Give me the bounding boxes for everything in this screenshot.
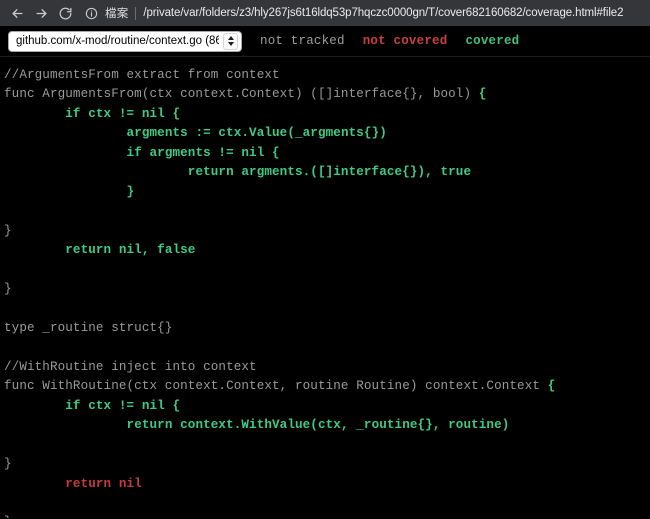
code-span-cov0: func ArgumentsFrom(ctx context.Context) …	[4, 87, 479, 102]
legend-not-tracked: not tracked	[260, 34, 345, 48]
arrow-right-icon	[34, 6, 49, 21]
source-code[interactable]: //ArgumentsFrom extract from context fun…	[4, 66, 650, 518]
code-span-cov0: //WithRoutine inject into context	[4, 359, 257, 374]
code-area: //ArgumentsFrom extract from context fun…	[0, 57, 650, 518]
url-text[interactable]: /private/var/folders/z3/hly267js6t16ldq5…	[143, 7, 650, 19]
code-span-cov0: }	[4, 281, 12, 296]
code-span-cov-red: return nil	[65, 476, 142, 491]
reload-button[interactable]	[54, 2, 76, 24]
code-span-cov0: }	[4, 457, 12, 472]
file-select[interactable]: github.com/x-mod/routine/context.go (86.…	[8, 30, 242, 52]
browser-toolbar: 檔案 /private/var/folders/z3/hly267js6t16l…	[0, 0, 650, 26]
info-circle-icon[interactable]	[83, 5, 100, 22]
code-span-cov0: type _routine struct{}	[4, 320, 173, 335]
legend-not-covered: not covered	[362, 34, 448, 48]
address-bar[interactable]: 檔案 /private/var/folders/z3/hly267js6t16l…	[83, 3, 650, 23]
code-span-cov-green: { if ctx != nil { argments := ctx.Value(…	[65, 87, 487, 199]
back-button[interactable]	[6, 2, 28, 24]
coverage-page: github.com/x-mod/routine/context.go (86.…	[0, 26, 650, 519]
origin-scheme-label: 檔案	[105, 8, 129, 20]
code-span-cov0: func WithRoutine(ctx context.Context, ro…	[4, 379, 548, 394]
code-span-cov0: //ArgumentsFrom extract from context	[4, 68, 280, 82]
address-bar-divider	[135, 6, 137, 20]
code-span-cov0: }	[4, 223, 12, 238]
coverage-legend: not tracked not covered covered	[260, 34, 519, 48]
coverage-topbar: github.com/x-mod/routine/context.go (86.…	[0, 26, 650, 57]
code-span-cov0: }	[4, 515, 12, 518]
forward-button[interactable]	[30, 2, 52, 24]
file-select-wrapper[interactable]: github.com/x-mod/routine/context.go (86.…	[8, 30, 242, 52]
legend-covered: covered	[465, 34, 520, 48]
reload-icon	[58, 6, 73, 21]
arrow-left-icon	[10, 6, 25, 21]
code-span-cov-green: return nil, false	[65, 243, 196, 258]
